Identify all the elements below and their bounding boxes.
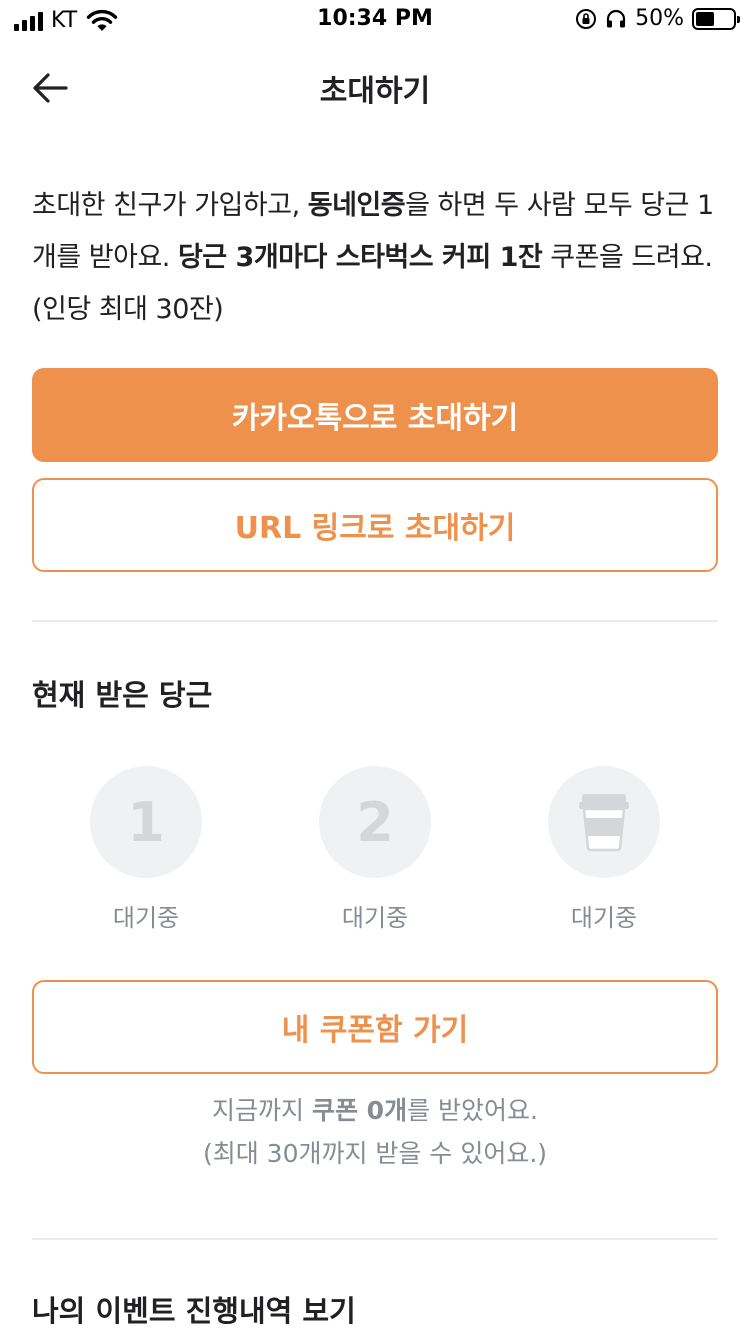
coupon-count-text: 지금까지 쿠폰 0개를 받았어요. xyxy=(0,1090,750,1132)
step-status-label: 대기중 xyxy=(570,904,638,932)
headphones-icon xyxy=(606,9,626,27)
battery-fill xyxy=(696,11,714,26)
coupon-count-bold: 쿠폰 0개 xyxy=(311,1096,408,1125)
coupon-note-post: 를 받았어요. xyxy=(407,1096,538,1125)
step-status-label: 대기중 xyxy=(112,904,180,932)
battery-percent: 50% xyxy=(635,6,684,31)
status-bar: KT 10:34 PM 50% xyxy=(0,0,750,40)
intro-bold-2: 당근 3개마다 스타벅스 커피 1잔 xyxy=(177,242,543,273)
carrot-step-1: 1 대기중 xyxy=(90,766,202,932)
intro-text-1: 초대한 친구가 가입하고, xyxy=(32,190,308,221)
intro-bold-1: 동네인증 xyxy=(307,190,406,221)
step-circle xyxy=(548,766,660,878)
coffee-cup-icon xyxy=(579,794,629,852)
coupon-note-pre: 지금까지 xyxy=(212,1096,312,1125)
page-title: 초대하기 xyxy=(319,74,431,109)
rotation-lock-icon xyxy=(576,8,597,29)
status-right: 50% xyxy=(575,6,740,31)
divider xyxy=(32,1238,718,1240)
my-coupons-button[interactable]: 내 쿠폰함 가기 xyxy=(32,980,718,1074)
battery-icon xyxy=(692,7,740,30)
step-circle: 1 xyxy=(90,766,202,878)
event-history-link[interactable]: 나의 이벤트 진행내역 보기 xyxy=(32,1288,356,1330)
invite-description: 초대한 친구가 가입하고, 동네인증을 하면 두 사람 모두 당근 1개를 받아… xyxy=(32,180,722,336)
step-circle: 2 xyxy=(319,766,431,878)
carrot-step-3: 대기중 xyxy=(548,766,660,932)
nav-bar: 초대하기 xyxy=(0,52,750,122)
divider xyxy=(32,620,718,622)
kakao-invite-button[interactable]: 카카오톡으로 초대하기 xyxy=(32,368,718,462)
step-status-label: 대기중 xyxy=(341,904,409,932)
coupon-max-text: (최대 30개까지 받을 수 있어요.) xyxy=(202,1139,548,1168)
carrots-section-title: 현재 받은 당근 xyxy=(32,678,213,712)
carrot-step-2: 2 대기중 xyxy=(319,766,431,932)
url-invite-button[interactable]: URL 링크로 초대하기 xyxy=(32,478,718,572)
